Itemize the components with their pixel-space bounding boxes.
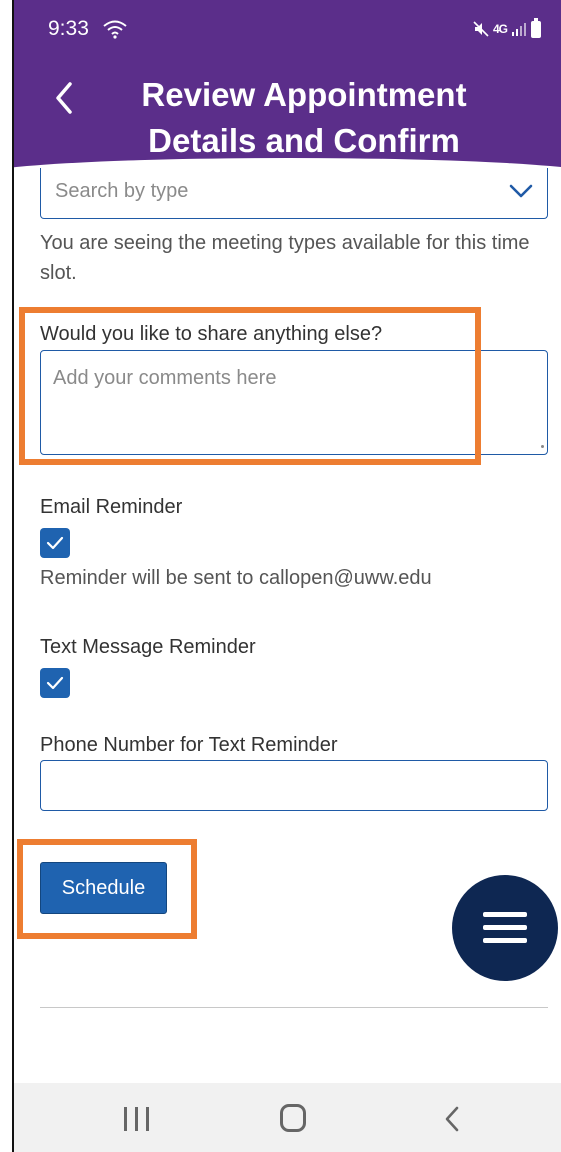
meeting-type-select[interactable]: Search by type xyxy=(40,168,548,219)
meeting-type-placeholder: Search by type xyxy=(55,180,189,202)
page-title-line2: Details and Confirm xyxy=(148,122,460,159)
page-title: Review Appointment Details and Confirm xyxy=(104,72,504,164)
status-time: 9:33 xyxy=(48,17,89,40)
phone-screen: 9:33 4G Review Appointment Details and C… xyxy=(12,0,561,1152)
wifi-icon xyxy=(103,20,127,39)
network-type: 4G xyxy=(492,22,508,36)
email-reminder-label: Email Reminder xyxy=(40,496,183,518)
menu-fab[interactable] xyxy=(452,875,558,981)
recents-icon[interactable] xyxy=(124,1107,150,1131)
page-title-line1: Review Appointment xyxy=(141,76,467,113)
email-reminder-note: Reminder will be sent to callopen@uww.ed… xyxy=(40,567,432,589)
email-reminder-checkbox[interactable] xyxy=(40,528,70,558)
phone-number-label: Phone Number for Text Reminder xyxy=(40,734,338,756)
checkmark-icon xyxy=(46,536,64,550)
app-header: 9:33 4G Review Appointment Details and C… xyxy=(14,0,561,175)
mute-icon xyxy=(473,21,489,37)
system-icons: 4G xyxy=(473,17,541,39)
signal-icon xyxy=(512,23,526,36)
chevron-left-icon[interactable] xyxy=(48,78,84,118)
text-reminder-label: Text Message Reminder xyxy=(40,636,256,658)
resize-handle[interactable] xyxy=(541,445,544,448)
text-reminder-checkbox[interactable] xyxy=(40,668,70,698)
status-bar: 9:33 4G xyxy=(14,0,561,56)
menu-icon-bar xyxy=(483,925,527,930)
chevron-down-icon xyxy=(509,184,533,198)
checkmark-icon xyxy=(46,676,64,690)
system-nav-bar xyxy=(14,1083,561,1152)
phone-number-input[interactable] xyxy=(40,760,548,811)
divider xyxy=(40,1007,548,1008)
menu-icon-bar xyxy=(483,938,527,943)
back-icon[interactable] xyxy=(442,1105,462,1133)
battery-icon xyxy=(531,17,541,38)
home-icon[interactable] xyxy=(280,1104,306,1132)
meeting-type-helper: You are seeing the meeting types availab… xyxy=(40,232,530,284)
highlight-comments xyxy=(19,307,481,465)
highlight-schedule xyxy=(17,839,197,939)
menu-icon xyxy=(483,912,527,917)
